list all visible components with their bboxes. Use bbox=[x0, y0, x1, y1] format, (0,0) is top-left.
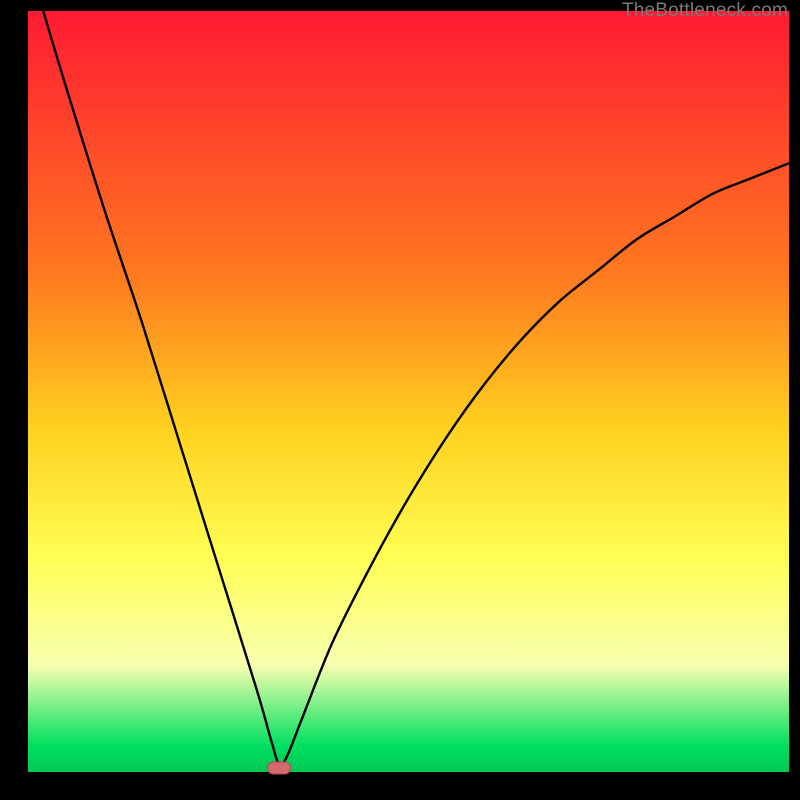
bottleneck-curve bbox=[28, 11, 789, 772]
optimum-marker bbox=[267, 762, 291, 775]
chart-frame: TheBottleneck.com bbox=[0, 0, 800, 800]
watermark-text: TheBottleneck.com bbox=[622, 0, 788, 22]
plot-area bbox=[28, 11, 789, 772]
